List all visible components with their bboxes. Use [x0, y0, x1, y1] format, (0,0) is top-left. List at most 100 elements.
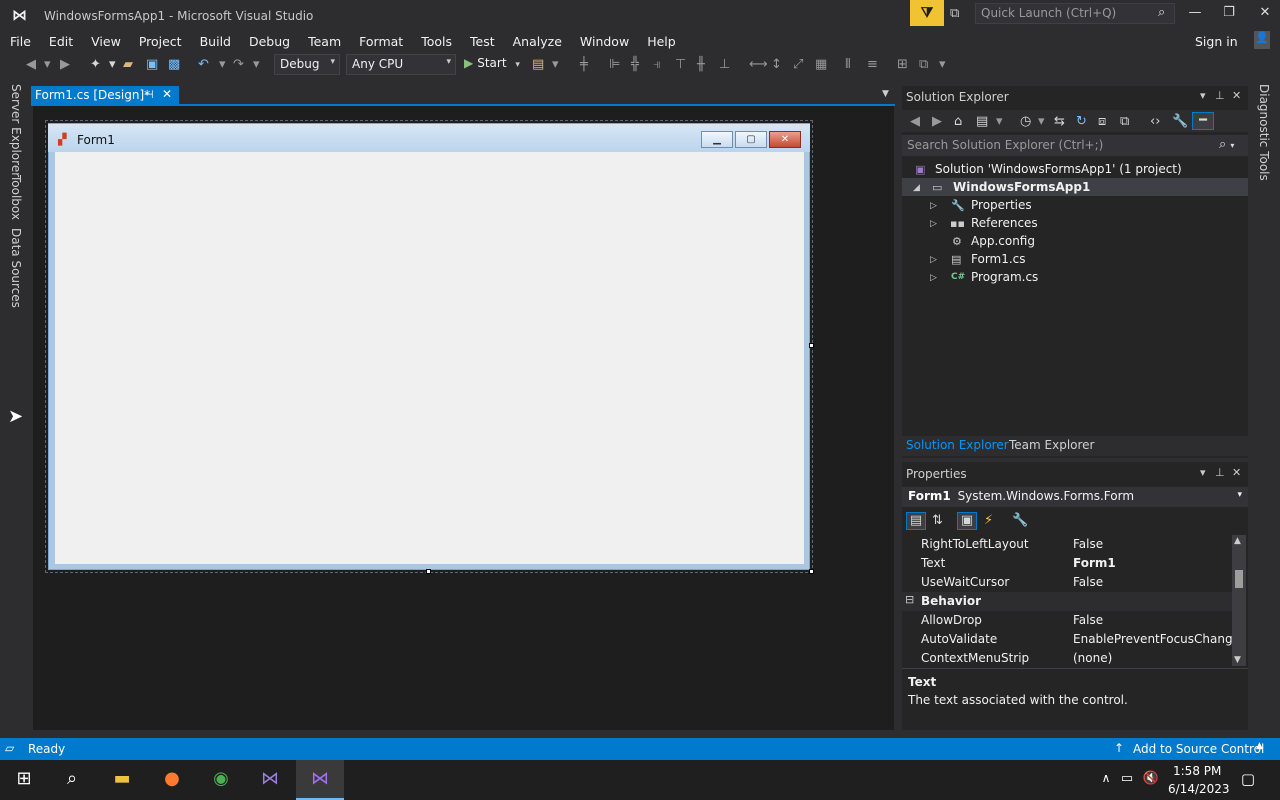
solution-platform-select[interactable]: Any CPU ▾ — [346, 54, 456, 75]
form-title-bar[interactable] — [48, 124, 810, 152]
property-row[interactable]: ContextMenuStrip (none) — [902, 649, 1232, 668]
menu-view[interactable]: View — [82, 32, 130, 51]
sign-in-link[interactable]: Sign in — [1195, 34, 1238, 49]
alphabetical-icon[interactable]: ⇅ — [932, 513, 943, 528]
quick-launch-input[interactable]: Quick Launch (Ctrl+Q) — [975, 3, 1175, 24]
save-all-icon[interactable]: ▩ — [168, 57, 180, 72]
search-icon[interactable]: ⌕ — [1158, 5, 1165, 20]
visual-studio-installer-icon[interactable]: ⋈ — [257, 768, 283, 792]
undo-dropdown-icon[interactable]: ▾ — [219, 57, 226, 72]
menu-debug[interactable]: Debug — [240, 32, 299, 51]
align-rights-icon[interactable]: ⫣ — [653, 57, 661, 72]
pin-icon[interactable]: ⊥ — [1215, 466, 1225, 479]
align-tops-icon[interactable]: ⊤ — [675, 57, 686, 72]
data-sources-tab[interactable]: Data Sources — [9, 228, 23, 308]
events-lightning-icon[interactable]: ⚡ — [984, 513, 993, 528]
property-category-row[interactable]: ⊟ Behavior — [902, 592, 1232, 611]
align-lefts-icon[interactable]: ⊫ — [609, 57, 620, 72]
property-value[interactable]: Form1 — [1073, 556, 1116, 570]
menu-build[interactable]: Build — [191, 32, 240, 51]
tree-item-project[interactable]: WindowsFormsApp1 — [953, 180, 1090, 198]
save-icon[interactable]: ▣ — [146, 57, 158, 72]
property-row[interactable]: Text Form1 — [902, 554, 1232, 573]
make-same-size-icon[interactable]: ⤢ — [793, 57, 803, 72]
center-horizontally-icon[interactable]: ⊞ — [897, 57, 908, 72]
window-position-icon[interactable]: ▾ — [1200, 89, 1206, 102]
expand-arrow-icon[interactable]: ▷ — [930, 273, 937, 283]
navigate-back-icon[interactable]: ◀ — [26, 57, 36, 72]
horizontal-spacing-icon[interactable]: ⦀ — [845, 57, 851, 72]
menu-format[interactable]: Format — [350, 32, 412, 51]
server-explorer-tab[interactable]: Server Explorer — [9, 84, 23, 177]
resize-handle-right[interactable] — [809, 343, 814, 348]
menu-help[interactable]: Help — [638, 32, 685, 51]
windows-start-icon[interactable]: ⊞ — [11, 768, 37, 792]
close-icon[interactable]: ✕ — [1232, 466, 1241, 479]
vertical-spacing-icon[interactable]: ≡ — [867, 57, 878, 72]
align-middles-icon[interactable]: ╫ — [697, 57, 705, 72]
toolbox-tab[interactable]: Toolbox — [9, 175, 23, 220]
close-icon[interactable]: ✕ — [1232, 89, 1241, 102]
filter-dropdown-icon[interactable]: ▾ — [1038, 114, 1045, 129]
add-to-source-control-button[interactable]: Add to Source Control — [1133, 742, 1264, 756]
solution-search-input[interactable]: Search Solution Explorer (Ctrl+;) — [902, 135, 1248, 156]
make-same-height-icon[interactable]: ↕ — [771, 57, 782, 72]
size-to-grid-icon[interactable]: ▦ — [815, 57, 827, 72]
send-feedback-icon[interactable]: ⧉ — [950, 6, 959, 21]
collapse-minus-icon[interactable]: ⊟ — [905, 593, 914, 606]
chevron-up-icon[interactable]: ▲ — [1256, 741, 1263, 751]
search-icon[interactable]: ⌕ ▾ — [1219, 137, 1234, 152]
scroll-down-icon[interactable]: ▼ — [1234, 655, 1241, 665]
solution-configuration-select[interactable]: Debug ▾ — [274, 54, 340, 75]
scrollbar-thumb[interactable] — [1235, 570, 1243, 588]
find-in-files-icon[interactable]: ▤ — [532, 57, 544, 72]
menu-test[interactable]: Test — [461, 32, 504, 51]
property-row[interactable]: UseWaitCursor False — [902, 573, 1232, 592]
align-centers-icon[interactable]: ╬ — [631, 57, 639, 72]
tree-item-form1[interactable]: Form1.cs — [971, 252, 1026, 270]
collapse-arrow-icon[interactable]: ◢ — [913, 183, 920, 193]
forward-icon[interactable]: ▶ — [932, 114, 942, 129]
property-pages-icon[interactable]: 🔧 — [1012, 513, 1028, 528]
show-all-files-icon[interactable]: ⧉ — [1120, 114, 1129, 129]
chrome-icon[interactable]: ◉ — [208, 768, 234, 792]
menu-file[interactable]: File — [1, 32, 40, 51]
open-file-icon[interactable]: ▰ — [123, 57, 133, 72]
back-icon[interactable]: ◀ — [910, 114, 920, 129]
home-icon[interactable]: ⌂ — [954, 114, 962, 129]
make-same-width-icon[interactable]: ⟷ — [749, 57, 768, 72]
preview-selected-items-icon[interactable]: ━ — [1192, 112, 1214, 130]
feedback-filter-icon[interactable]: ⧩ — [910, 0, 944, 26]
redo-dropdown-icon[interactable]: ▾ — [253, 57, 260, 72]
refresh-icon[interactable]: ↻ — [1076, 114, 1087, 129]
restore-icon[interactable]: ❐ — [1214, 5, 1244, 20]
bring-to-front-icon[interactable]: ⧉ — [919, 57, 928, 72]
search-icon[interactable]: ⌕ — [59, 768, 85, 792]
align-bottoms-icon[interactable]: ⊥ — [719, 57, 730, 72]
tree-item-app-config[interactable]: App.config — [971, 234, 1035, 252]
pin-icon[interactable]: ⊥ — [1215, 89, 1225, 102]
switch-views-icon[interactable]: ▤ — [976, 114, 988, 129]
undo-icon[interactable]: ↶ — [198, 57, 209, 72]
properties-view-icon[interactable]: ▣ — [957, 512, 977, 530]
views-dropdown-icon[interactable]: ▾ — [996, 114, 1003, 129]
network-icon[interactable]: ▭ — [1114, 771, 1140, 795]
clock-date[interactable]: 6/14/2023 — [1168, 782, 1230, 796]
volume-muted-icon[interactable]: 🔇 — [1138, 771, 1164, 795]
property-value[interactable]: False — [1073, 537, 1103, 551]
back-dropdown-icon[interactable]: ▾ — [44, 57, 51, 72]
start-button[interactable]: ▶ Start ▾ — [464, 56, 520, 70]
menu-team[interactable]: Team — [299, 32, 350, 51]
menu-project[interactable]: Project — [130, 32, 191, 51]
visual-studio-icon[interactable]: ⋈ — [307, 768, 333, 792]
file-explorer-icon[interactable]: ▬ — [109, 768, 135, 792]
clock-time[interactable]: 1:58 PM — [1173, 764, 1221, 778]
tab-team-explorer[interactable]: Team Explorer — [1009, 438, 1095, 452]
resize-handle-bottom[interactable] — [426, 569, 431, 574]
find-dropdown-icon[interactable]: ▾ — [552, 57, 559, 72]
menu-tools[interactable]: Tools — [412, 32, 461, 51]
properties-object-select[interactable]: Form1 System.Windows.Forms.Form ▾ — [902, 487, 1248, 507]
tree-item-solution[interactable]: Solution 'WindowsFormsApp1' (1 project) — [935, 162, 1182, 180]
resize-handle-corner[interactable] — [809, 569, 814, 574]
view-code-icon[interactable]: ‹› — [1150, 114, 1160, 129]
